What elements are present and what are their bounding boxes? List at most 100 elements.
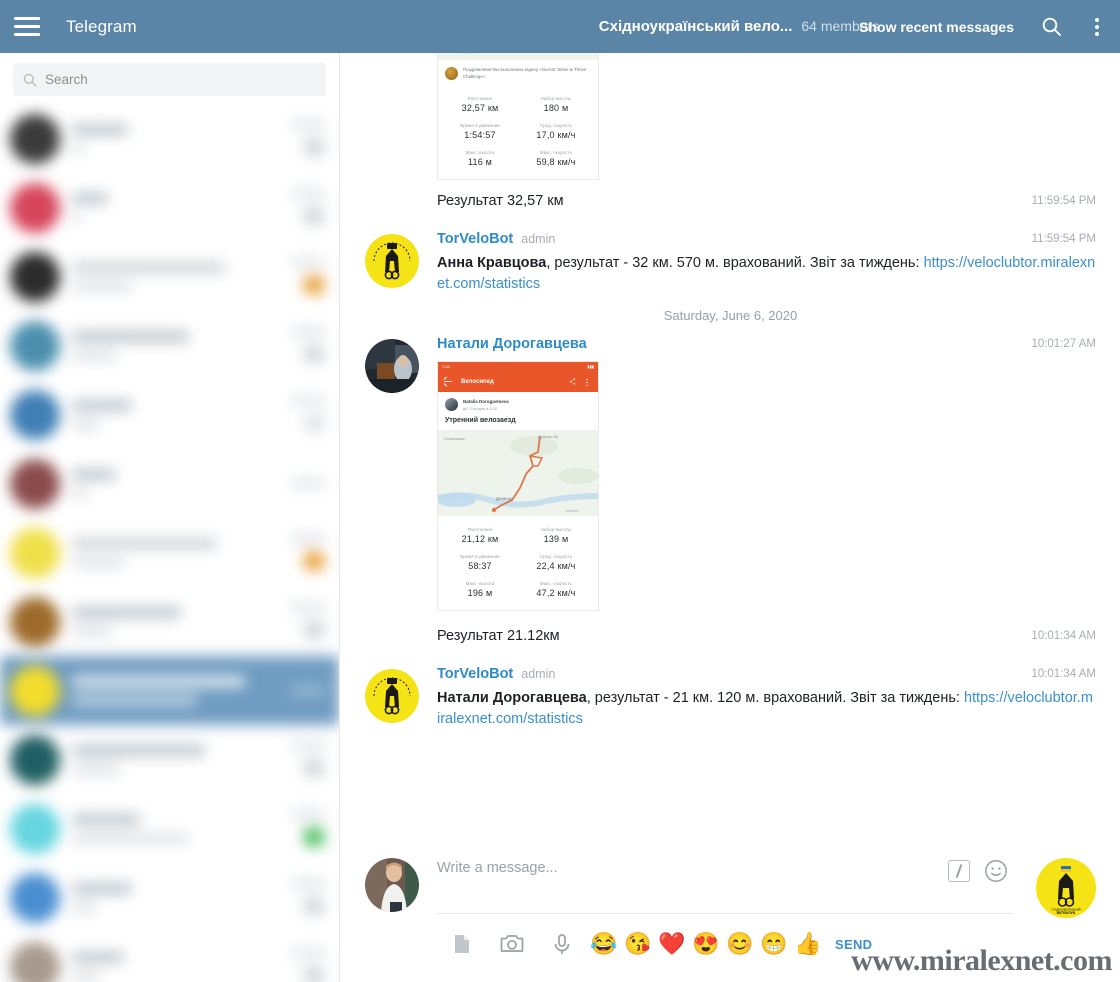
route-map-image: Червоне Званiвка Щасливе Краматорськ <box>438 53 598 60</box>
chat-list-item[interactable] <box>0 863 339 932</box>
stat-label: Сред. скорость <box>539 123 573 129</box>
chat-list-item[interactable] <box>0 518 339 587</box>
stat-label: Макс. высота <box>465 581 495 587</box>
stat-label: Время в движении <box>460 554 500 560</box>
strava-screenshot-card[interactable]: 7:06▮▮▮ Велосипед <box>437 53 599 181</box>
message-avatar-spacer <box>365 53 419 180</box>
slash-command-icon[interactable] <box>948 860 970 882</box>
share-icon[interactable] <box>569 378 576 385</box>
send-button[interactable]: SEND <box>835 937 872 952</box>
stat-label: Набор высоты <box>540 96 572 102</box>
camera-icon[interactable] <box>487 924 537 964</box>
message-input[interactable] <box>437 858 948 876</box>
message-composer: Східноукраїнський ВЕЛОКЛУБ <box>341 846 1120 982</box>
user-avatar <box>365 339 419 394</box>
message-avatar[interactable] <box>365 665 419 729</box>
strava-screenshot-card[interactable]: 7:06▮▮▮ Велосипед <box>437 361 599 612</box>
stat-value: 21,12 км <box>461 534 499 545</box>
card-user-row: Natalia Dorogavtseva дб, Сегодня в 8:32 <box>438 392 598 414</box>
search-box[interactable]: Search <box>13 63 326 96</box>
telegram-app-window: Telegram Східноукраїнський вело... 64 me… <box>0 0 1120 982</box>
chat-list-item[interactable] <box>0 932 339 982</box>
message-sender-badge: admin <box>521 667 556 682</box>
message-strava-card-1: 7:06▮▮▮ Велосипед <box>365 53 1096 181</box>
stat-cell: Набор высоты 180 м <box>518 91 594 118</box>
message-timestamp: 11:59:54 PM <box>1031 233 1096 246</box>
avatar <box>10 389 60 440</box>
quick-emoji-heart-eyes[interactable]: 😍 <box>689 933 723 955</box>
more-vertical-icon[interactable] <box>1074 0 1120 53</box>
search-icon[interactable] <box>1028 0 1074 53</box>
stat-cell: Время в движении 58:37 <box>442 549 518 576</box>
attach-file-icon[interactable] <box>437 924 487 964</box>
message-list[interactable]: 7:06▮▮▮ Велосипед <box>341 53 1120 846</box>
bot-avatar <box>365 669 419 724</box>
search-icon <box>23 73 37 86</box>
search-input[interactable]: Search <box>45 72 88 87</box>
microphone-icon[interactable] <box>537 924 587 964</box>
avatar <box>10 941 60 982</box>
message-sender-name[interactable]: TorVeloBot <box>437 666 513 682</box>
message-timestamp: 10:01:34 AM <box>1031 630 1096 643</box>
card-more-icon[interactable] <box>585 378 592 387</box>
quick-emoji-smile[interactable]: 😊 <box>723 933 757 955</box>
bot-avatar <box>365 234 419 289</box>
chat-list-item[interactable] <box>0 311 339 380</box>
quick-emoji-laugh[interactable]: 😂 <box>587 933 621 955</box>
stat-cell: Сред. скорость 17,0 км/ч <box>518 118 594 145</box>
quick-emoji-kiss[interactable]: 😘 <box>621 933 655 955</box>
message-result-1: Результат 32,57 км 11:59:54 PM <box>365 192 1096 210</box>
chat-list-item[interactable] <box>0 725 339 794</box>
stat-value: 32,57 км <box>461 103 499 114</box>
chat-list[interactable] <box>0 104 339 982</box>
sidebar: Search <box>0 53 340 982</box>
message-timestamp: 10:01:27 AM <box>1031 338 1096 351</box>
quick-emoji-heart[interactable]: ❤️ <box>655 933 689 955</box>
message-text: Натали Дорогавцева, результат - 21 км. 1… <box>437 688 1096 729</box>
chat-list-item[interactable] <box>0 794 339 863</box>
stat-cell: Время в движении 1:54:57 <box>442 118 518 145</box>
chat-list-item[interactable] <box>0 104 339 173</box>
phone-status-bar: 7:06 ▮▮▮ <box>438 362 598 372</box>
stat-label: Расстояние <box>467 96 493 102</box>
hamburger-menu-icon[interactable] <box>14 17 40 36</box>
stat-value: 1:54:57 <box>464 130 496 141</box>
smiley-icon[interactable] <box>984 859 1008 888</box>
avatar <box>10 803 60 854</box>
medal-icon <box>445 67 458 80</box>
stat-value: 22,4 км/ч <box>536 561 576 572</box>
avatar <box>10 872 60 923</box>
message-timestamp: 10:01:34 AM <box>1031 668 1096 681</box>
message-sender-name[interactable]: TorVeloBot <box>437 231 513 247</box>
challenge-notice-text: Поздравляем! Вы выполнили задачу «Nuzest… <box>463 67 587 79</box>
composer-toolbar: 😂 😘 ❤️ 😍 😊 😁 👍 SEND <box>341 918 1120 964</box>
svg-text:ВЕЛОКЛУБ: ВЕЛОКЛУБ <box>1057 911 1076 915</box>
chat-list-item-selected[interactable] <box>0 656 339 725</box>
stat-value: 58:37 <box>468 561 492 572</box>
club-sticker-icon[interactable]: Східноукраїнський ВЕЛОКЛУБ <box>1036 858 1096 918</box>
phone-app-bar: Велосипед <box>438 371 598 393</box>
chat-list-item[interactable] <box>0 587 339 656</box>
chat-list-item[interactable] <box>0 449 339 518</box>
own-avatar[interactable] <box>365 858 419 912</box>
challenge-notice: Поздравляем! Вы выполнили задачу «Nuzest… <box>438 60 598 85</box>
quick-emoji-thumbsup[interactable]: 👍 <box>791 933 825 955</box>
card-user-name: Natalia Dorogavtseva <box>463 399 509 405</box>
chat-list-item[interactable] <box>0 173 339 242</box>
stat-cell: Набор высоты 139 м <box>518 522 594 549</box>
message-avatar[interactable] <box>365 335 419 611</box>
stat-value: 17,0 км/ч <box>536 130 576 141</box>
stat-value: 116 м <box>467 157 493 168</box>
back-arrow-icon[interactable] <box>444 381 452 383</box>
message-text: Результат 32,57 км <box>437 193 564 210</box>
chat-list-item[interactable] <box>0 242 339 311</box>
message-avatar[interactable] <box>365 230 419 294</box>
show-recent-messages-button[interactable]: Show recent messages <box>845 19 1028 35</box>
quick-emoji-grin[interactable]: 😁 <box>757 933 791 955</box>
chat-title[interactable]: Східноукраїнський вело... <box>599 18 793 35</box>
avatar <box>10 251 60 302</box>
message-sender-name[interactable]: Натали Дорогавцева <box>437 336 587 352</box>
activity-stats: Расстояние 32,57 км Набор высоты 180 м Вре… <box>438 85 598 179</box>
message-text: Результат 21.12км <box>437 628 560 645</box>
chat-list-item[interactable] <box>0 380 339 449</box>
